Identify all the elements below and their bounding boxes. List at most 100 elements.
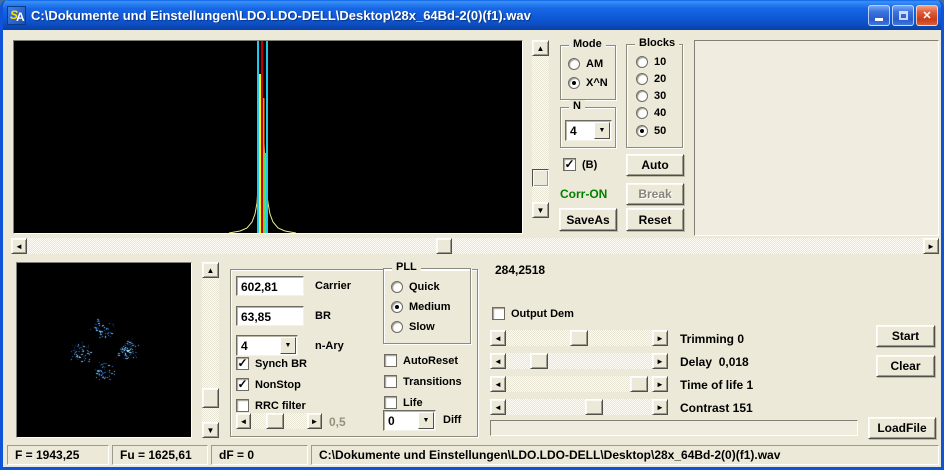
nary-label: n-Ary xyxy=(315,340,344,352)
maximize-button[interactable] xyxy=(892,4,914,26)
rrcfilter-checkbox-row[interactable]: RRC filter xyxy=(236,399,306,412)
constellation-display[interactable] xyxy=(16,262,192,438)
nonstop-checkbox[interactable]: ✓ xyxy=(236,378,249,391)
carrier-field[interactable]: 602,81 xyxy=(236,276,304,296)
scroll-left-icon[interactable]: ◄ xyxy=(490,399,506,415)
n-combobox[interactable]: 4 ▼ xyxy=(565,120,612,141)
nary-combobox[interactable]: 4 ▼ xyxy=(236,335,298,356)
break-button[interactable]: Break xyxy=(626,183,684,205)
trimming-slider[interactable]: ◄ ► xyxy=(490,330,668,346)
title-bar[interactable]: S A C:\Dokumente und Einstellungen\LDO.L… xyxy=(3,0,941,30)
chevron-down-icon[interactable]: ▼ xyxy=(280,337,296,354)
scroll-left-icon[interactable]: ◄ xyxy=(490,353,506,369)
scroll-right-icon[interactable]: ► xyxy=(923,238,939,254)
radio-xn-circle[interactable] xyxy=(568,77,580,89)
scroll-right-icon[interactable]: ► xyxy=(652,330,668,346)
radio-50-circle[interactable] xyxy=(636,125,648,137)
spectrum-vscroll-thumb[interactable] xyxy=(532,169,549,187)
scroll-down-icon[interactable]: ▼ xyxy=(202,422,219,438)
synchbr-checkbox-row[interactable]: ✓ Synch BR xyxy=(236,357,307,370)
trimming-slider-thumb[interactable] xyxy=(570,330,588,346)
delay-slider-thumb[interactable] xyxy=(530,353,548,369)
scroll-right-icon[interactable]: ► xyxy=(652,399,668,415)
delay-slider[interactable]: ◄ ► xyxy=(490,353,668,369)
clear-button[interactable]: Clear xyxy=(876,355,935,377)
contrast-slider-track[interactable] xyxy=(506,399,652,415)
main-hscroll-track[interactable] xyxy=(27,238,923,254)
reset-button[interactable]: Reset xyxy=(626,208,684,231)
radio-blocks-40[interactable]: 40 xyxy=(636,107,666,119)
saveas-button[interactable]: SaveAs xyxy=(559,208,617,231)
radio-medium-circle[interactable] xyxy=(391,301,403,313)
br-field[interactable]: 63,85 xyxy=(236,306,304,326)
scroll-down-icon[interactable]: ▼ xyxy=(532,202,549,218)
loadfile-button[interactable]: LoadFile xyxy=(868,417,936,439)
b-checkbox-row[interactable]: ✓ (B) xyxy=(563,158,597,171)
radio-blocks-10[interactable]: 10 xyxy=(636,56,666,68)
rrc-slider-thumb[interactable] xyxy=(266,413,284,429)
main-hscrollbar[interactable]: ◄ ► xyxy=(11,238,939,254)
chevron-down-icon[interactable]: ▼ xyxy=(594,122,610,139)
rrc-slider-track[interactable] xyxy=(251,413,307,429)
delay-slider-track[interactable] xyxy=(506,353,652,369)
transitions-checkbox-row[interactable]: Transitions xyxy=(384,375,462,388)
rrc-slider[interactable]: ◄ ► xyxy=(236,413,322,429)
radio-10-circle[interactable] xyxy=(636,56,648,68)
radio-blocks-20[interactable]: 20 xyxy=(636,73,666,85)
radio-40-circle[interactable] xyxy=(636,107,648,119)
radio-20-circle[interactable] xyxy=(636,73,648,85)
trimming-slider-track[interactable] xyxy=(506,330,652,346)
aux-display-panel xyxy=(694,40,939,236)
start-button[interactable]: Start xyxy=(876,325,935,347)
scroll-right-icon[interactable]: ► xyxy=(307,413,322,429)
radio-30-circle[interactable] xyxy=(636,90,648,102)
radio-am-circle[interactable] xyxy=(568,58,580,70)
scroll-left-icon[interactable]: ◄ xyxy=(236,413,251,429)
life-checkbox[interactable] xyxy=(384,396,397,409)
spectrum-vscroll-track[interactable] xyxy=(532,56,549,202)
contrast-slider-thumb[interactable] xyxy=(585,399,603,415)
constellation-vscroll-thumb[interactable] xyxy=(202,388,219,408)
scroll-right-icon[interactable]: ► xyxy=(652,353,668,369)
scroll-left-icon[interactable]: ◄ xyxy=(11,238,27,254)
diff-combobox-value: 0 xyxy=(388,414,395,428)
radio-mode-xn[interactable]: X^N xyxy=(568,77,608,89)
scroll-up-icon[interactable]: ▲ xyxy=(202,262,219,278)
outputdem-checkbox[interactable] xyxy=(492,307,505,320)
nonstop-checkbox-row[interactable]: ✓ NonStop xyxy=(236,378,301,391)
scroll-left-icon[interactable]: ◄ xyxy=(490,330,506,346)
timeoflife-slider[interactable]: ◄ ► xyxy=(490,376,668,392)
minimize-button[interactable] xyxy=(868,4,890,26)
radio-pll-quick[interactable]: Quick xyxy=(391,281,440,293)
scroll-left-icon[interactable]: ◄ xyxy=(490,376,506,392)
constellation-vscroll-track[interactable] xyxy=(202,278,219,422)
close-button[interactable]: ✕ xyxy=(916,4,938,26)
radio-blocks-50[interactable]: 50 xyxy=(636,125,666,137)
autoreset-checkbox[interactable] xyxy=(384,354,397,367)
synchbr-checkbox[interactable]: ✓ xyxy=(236,357,249,370)
radio-slow-circle[interactable] xyxy=(391,321,403,333)
main-hscroll-thumb[interactable] xyxy=(436,238,452,254)
scroll-up-icon[interactable]: ▲ xyxy=(532,40,549,56)
spectrum-display[interactable] xyxy=(13,40,523,234)
radio-pll-medium[interactable]: Medium xyxy=(391,301,451,313)
outputdem-checkbox-row[interactable]: Output Dem xyxy=(492,307,574,320)
autoreset-checkbox-row[interactable]: AutoReset xyxy=(384,354,458,367)
chevron-down-icon[interactable]: ▼ xyxy=(418,412,434,429)
radio-mode-am[interactable]: AM xyxy=(568,58,603,70)
scroll-right-icon[interactable]: ► xyxy=(652,376,668,392)
transitions-checkbox[interactable] xyxy=(384,375,397,388)
radio-blocks-30[interactable]: 30 xyxy=(636,90,666,102)
constellation-vscrollbar[interactable]: ▲ ▼ xyxy=(202,262,219,438)
b-checkbox[interactable]: ✓ xyxy=(563,158,576,171)
spectrum-vscrollbar[interactable]: ▲ ▼ xyxy=(532,40,549,218)
life-checkbox-row[interactable]: Life xyxy=(384,396,423,409)
contrast-slider[interactable]: ◄ ► xyxy=(490,399,668,415)
diff-combobox[interactable]: 0 ▼ xyxy=(383,410,436,431)
radio-pll-slow[interactable]: Slow xyxy=(391,321,435,333)
timeoflife-slider-track[interactable] xyxy=(506,376,652,392)
timeoflife-slider-thumb[interactable] xyxy=(630,376,648,392)
radio-quick-circle[interactable] xyxy=(391,281,403,293)
rrcfilter-checkbox[interactable] xyxy=(236,399,249,412)
auto-button[interactable]: Auto xyxy=(626,154,684,176)
